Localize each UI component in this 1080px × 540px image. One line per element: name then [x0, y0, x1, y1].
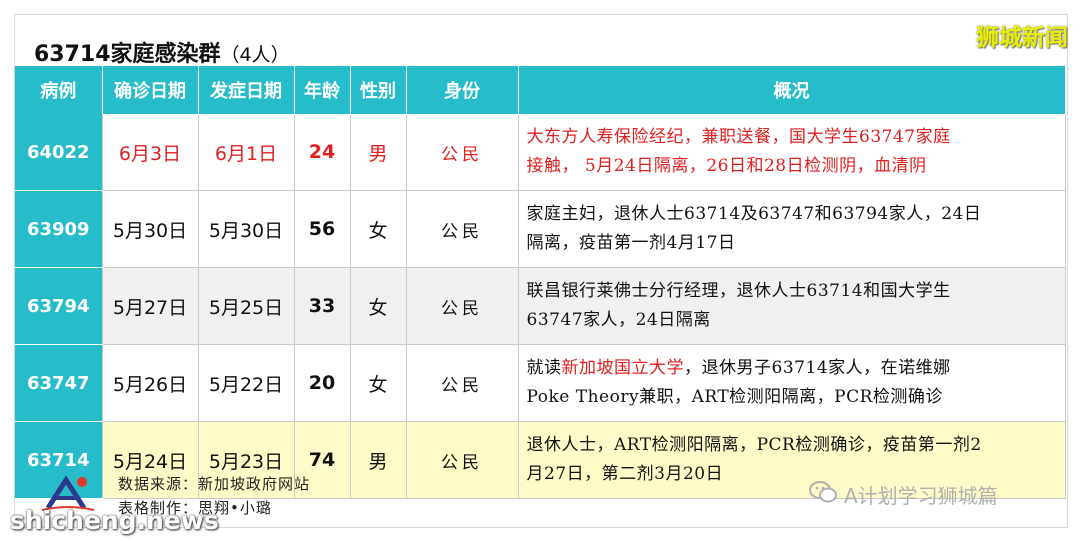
wechat-name: A计划学习狮城篇 — [844, 484, 998, 508]
header-summary: 概况 — [518, 66, 1066, 114]
summary-line: 63747家人，24日隔离 — [526, 310, 711, 330]
summary: 联昌银行莱佛士分行经理，退休人士63714和国大学生 63747家人，24日隔离 — [518, 267, 1066, 345]
onset-date: 6月1日 — [198, 114, 295, 191]
wechat-icon — [808, 480, 838, 509]
summary-line: Poke Theory兼职，ART检测阳隔离，PCR检测确诊 — [526, 387, 943, 407]
age: 56 — [294, 190, 351, 268]
status: 公民 — [406, 421, 519, 499]
summary-line: 大东方人寿保险经纪，兼职送餐，国大学生63747家庭 — [526, 127, 951, 147]
status: 公民 — [406, 267, 519, 345]
title-count: （4人） — [220, 44, 290, 66]
summary: 家庭主妇，退休人士63714及63747和63794家人，24日 隔离，疫苗第一… — [518, 190, 1066, 268]
status: 公民 — [406, 344, 519, 422]
summary-line: 联昌银行莱佛士分行经理，退休人士63714和国大学生 — [526, 281, 951, 301]
table-row: 63794 5月27日 5月25日 33 女 公民 联昌银行莱佛士分行经理，退休… — [15, 267, 1066, 345]
header-age: 年龄 — [294, 66, 351, 114]
table-row: 63909 5月30日 5月30日 56 女 公民 家庭主妇，退休人士63714… — [15, 190, 1066, 268]
site-watermark: 狮城新闻 — [976, 25, 1068, 51]
case-id: 63909 — [15, 190, 103, 268]
onset-date: 5月25日 — [198, 267, 295, 345]
header-confirmed-date: 确诊日期 — [102, 66, 199, 114]
case-id: 63747 — [15, 344, 103, 422]
summary-text: 就读 — [526, 358, 562, 378]
summary-line: 退休人士，ART检测阳隔离，PCR检测确诊，疫苗第一剂2 — [526, 435, 982, 455]
summary-text: ，退休男子63714家人，在诺维娜 — [684, 358, 951, 378]
header-onset-date: 发症日期 — [198, 66, 295, 114]
age: 24 — [294, 114, 351, 191]
cases-table: 病例 确诊日期 发症日期 年龄 性别 身份 概况 64022 6月3日 6月1日… — [15, 66, 1066, 499]
onset-date: 5月22日 — [198, 344, 295, 422]
header-status: 身份 — [406, 66, 519, 114]
university-highlight: 新加坡国立大学 — [561, 358, 684, 378]
age: 33 — [294, 267, 351, 345]
status: 公民 — [406, 190, 519, 268]
gender: 女 — [350, 190, 407, 268]
summary: 大东方人寿保险经纪，兼职送餐，国大学生63747家庭 接触， 5月24日隔离，2… — [518, 114, 1066, 191]
summary: 就读新加坡国立大学，退休男子63714家人，在诺维娜 Poke Theory兼职… — [518, 344, 1066, 422]
case-id: 64022 — [15, 114, 103, 191]
confirmed-date: 5月26日 — [102, 344, 199, 422]
table-row: 64022 6月3日 6月1日 24 男 公民 大东方人寿保险经纪，兼职送餐，国… — [15, 114, 1066, 191]
case-id: 63794 — [15, 267, 103, 345]
gender: 女 — [350, 344, 407, 422]
confirmed-date: 5月30日 — [102, 190, 199, 268]
header-gender: 性别 — [350, 66, 407, 114]
table-header-row: 病例 确诊日期 发症日期 年龄 性别 身份 概况 — [15, 66, 1066, 114]
status: 公民 — [406, 114, 519, 191]
onset-date: 5月30日 — [198, 190, 295, 268]
confirmed-date: 5月27日 — [102, 267, 199, 345]
table-row: 63747 5月26日 5月22日 20 女 公民 就读新加坡国立大学，退休男子… — [15, 344, 1066, 422]
confirmed-date: 6月3日 — [102, 114, 199, 191]
site-url-watermark: shicheng.news — [10, 506, 219, 535]
summary-line: 接触， 5月24日隔离，26日和28日检测阴，血清阴 — [526, 156, 927, 176]
age: 20 — [294, 344, 351, 422]
data-source: 数据来源：新加坡政府网站 — [118, 475, 311, 493]
summary-line: 家庭主妇，退休人士63714及63747和63794家人，24日 — [526, 204, 982, 224]
title-main: 63714家庭感染群 — [34, 42, 221, 67]
gender: 男 — [350, 114, 407, 191]
page-title: 63714家庭感染群（4人） — [34, 36, 290, 68]
summary-line: 隔离，疫苗第一剂4月17日 — [526, 233, 736, 253]
header-case: 病例 — [15, 66, 103, 114]
gender: 男 — [350, 421, 407, 499]
summary-line: 就读新加坡国立大学，退休男子63714家人，在诺维娜 — [527, 354, 1057, 383]
wechat-account: A计划学习狮城篇 — [808, 480, 998, 509]
gender: 女 — [350, 267, 407, 345]
